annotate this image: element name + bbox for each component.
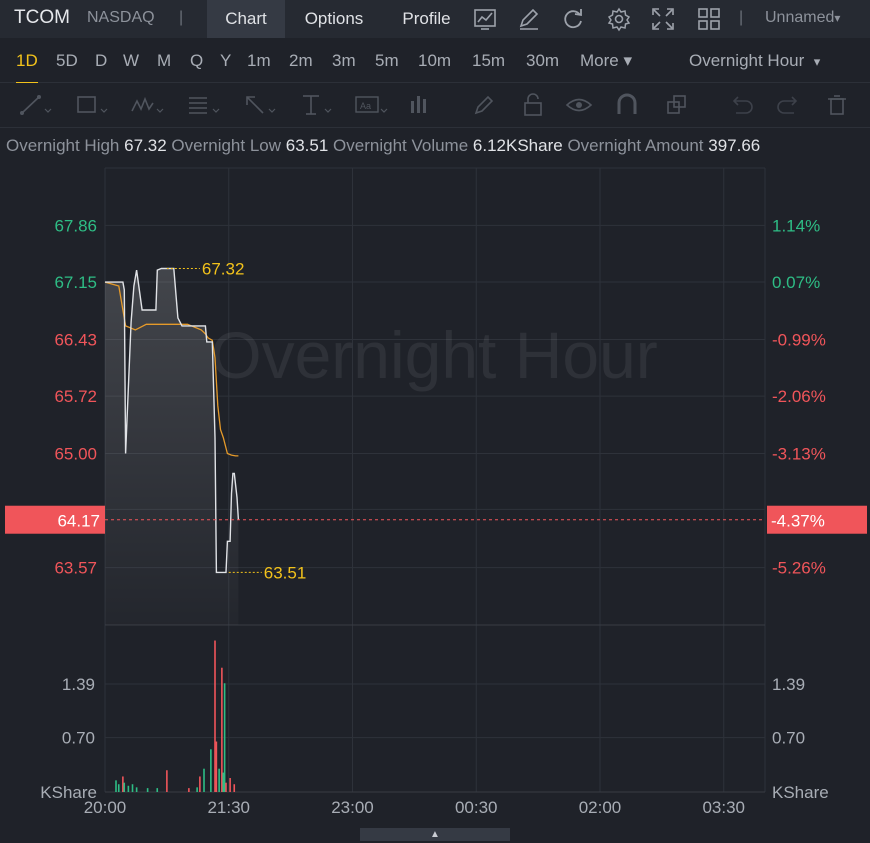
- percent-tick-label: -0.99%: [772, 330, 826, 349]
- price-tick-label: 63.57: [54, 559, 97, 578]
- time-tick-label: 02:00: [579, 798, 622, 817]
- volume-bar: [131, 784, 134, 792]
- volume-bar: [210, 749, 212, 792]
- price-tick-label: 65.72: [54, 387, 97, 406]
- volume-bar: [156, 788, 159, 792]
- current-change-value: -4.37%: [771, 512, 825, 531]
- price-tick-label: 67.86: [54, 216, 97, 235]
- current-price-value: 64.17: [57, 512, 100, 531]
- price-tick-label: 67.15: [54, 273, 97, 292]
- percent-tick-label: 1.14%: [772, 216, 820, 235]
- price-chart[interactable]: Overnight Hour 67.32 63.51 64.17 -4.37% 67…: [0, 0, 870, 843]
- chart-watermark: Overnight Hour: [210, 318, 658, 392]
- volume-bar: [123, 782, 126, 792]
- volume-bar: [221, 667, 223, 792]
- volume-bar: [218, 768, 220, 792]
- percent-tick-label: -3.13%: [772, 445, 826, 464]
- volume-bar: [215, 741, 218, 792]
- volume-bar: [127, 785, 130, 792]
- panel-resize-handle[interactable]: ▲: [360, 828, 510, 841]
- time-tick-label: 03:30: [702, 798, 745, 817]
- volume-bar: [203, 768, 205, 792]
- volume-bar: [223, 683, 226, 792]
- expand-up-icon: ▲: [430, 829, 440, 840]
- volume-bar: [166, 770, 168, 792]
- volume-bar: [225, 782, 227, 792]
- volume-tick-label: 0.70: [62, 729, 95, 748]
- volume-bar: [229, 778, 231, 792]
- volume-tick-label-right: 1.39: [772, 675, 805, 694]
- low-annotation-label: 63.51: [264, 563, 307, 582]
- volume-unit-label-right: KShare: [772, 783, 829, 802]
- volume-bar: [214, 640, 216, 792]
- percent-tick-label: 0.07%: [772, 273, 820, 292]
- volume-bar: [146, 788, 149, 792]
- volume-bar: [196, 787, 198, 792]
- volume-bar: [117, 784, 120, 792]
- volume-tick-label: 1.39: [62, 675, 95, 694]
- time-tick-label: 21:30: [207, 798, 250, 817]
- volume-tick-label-right: 0.70: [772, 729, 805, 748]
- volume-bar: [122, 776, 124, 792]
- percent-tick-label: -2.06%: [772, 387, 826, 406]
- price-tick-label: 66.43: [54, 330, 97, 349]
- price-tick-label: 65.00: [54, 445, 97, 464]
- volume-bar: [222, 772, 225, 792]
- time-tick-label: 20:00: [84, 798, 127, 817]
- time-tick-label: 00:30: [455, 798, 498, 817]
- percent-tick-label: -5.26%: [772, 559, 826, 578]
- volume-bar: [233, 784, 236, 792]
- volume-bar: [115, 780, 117, 792]
- volume-bar: [135, 787, 138, 792]
- high-annotation-label: 67.32: [202, 259, 245, 278]
- volume-bar: [188, 788, 190, 792]
- time-tick-label: 23:00: [331, 798, 374, 817]
- volume-bar: [199, 776, 201, 792]
- volume-bars: [115, 640, 236, 792]
